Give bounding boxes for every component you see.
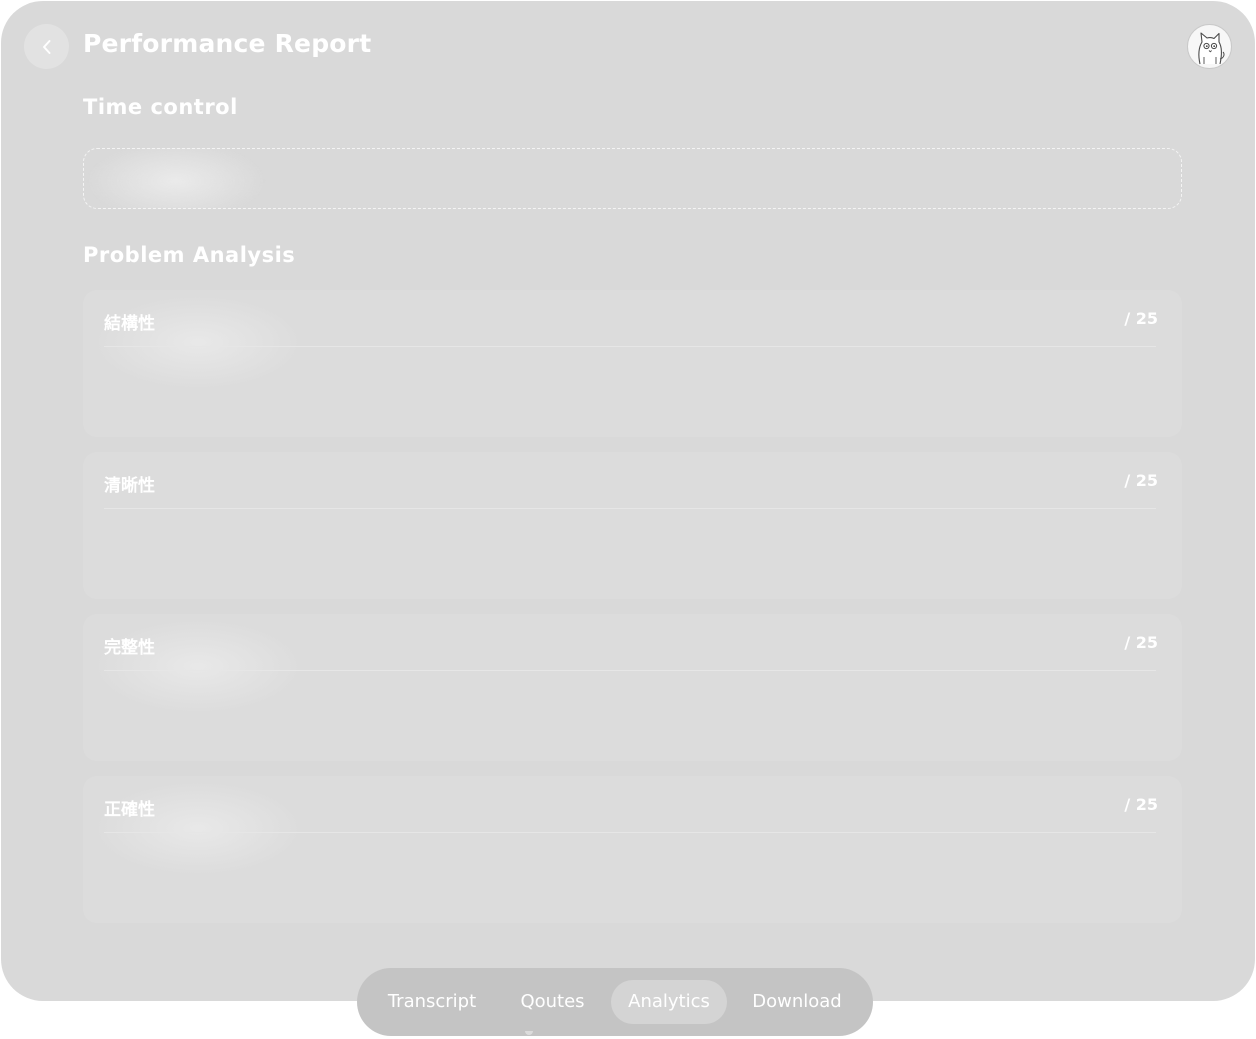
card-score: / 25 [1124,795,1158,814]
back-button[interactable] [24,24,69,69]
cat-avatar-icon [1198,32,1225,65]
chevron-left-icon [42,39,50,54]
card-score: / 25 [1124,633,1158,652]
avatar[interactable] [1187,24,1232,69]
analysis-card-structure: 結構性 / 25 [83,290,1182,437]
bottom-nav: Transcript Qoutes Analytics Download [357,968,873,1036]
analysis-card-clarity: 清晰性 / 25 [83,452,1182,599]
card-label: 清晰性 [104,476,155,496]
card-divider [104,832,1156,833]
card-label: 完整性 [104,638,155,658]
analysis-card-completeness: 完整性 / 25 [83,614,1182,761]
nav-analytics[interactable]: Analytics [611,980,727,1024]
card-divider [104,670,1156,671]
card-score: / 25 [1124,471,1158,490]
time-control-title: Time control [83,95,238,119]
card-label: 正確性 [104,800,155,820]
card-label: 結構性 [104,314,155,334]
report-window: Performance Report Time control Problem … [1,1,1255,1001]
nav-transcript[interactable]: Transcript [377,980,487,1024]
problem-analysis-title: Problem Analysis [83,243,296,267]
analysis-card-accuracy: 正確性 / 25 [83,776,1182,923]
card-divider [104,346,1156,347]
nav-quotes[interactable]: Qoutes [505,980,600,1024]
time-control-box [83,148,1182,209]
page-title: Performance Report [83,29,372,58]
nav-download[interactable]: Download [739,980,855,1024]
card-score: / 25 [1124,309,1158,328]
card-divider [104,508,1156,509]
